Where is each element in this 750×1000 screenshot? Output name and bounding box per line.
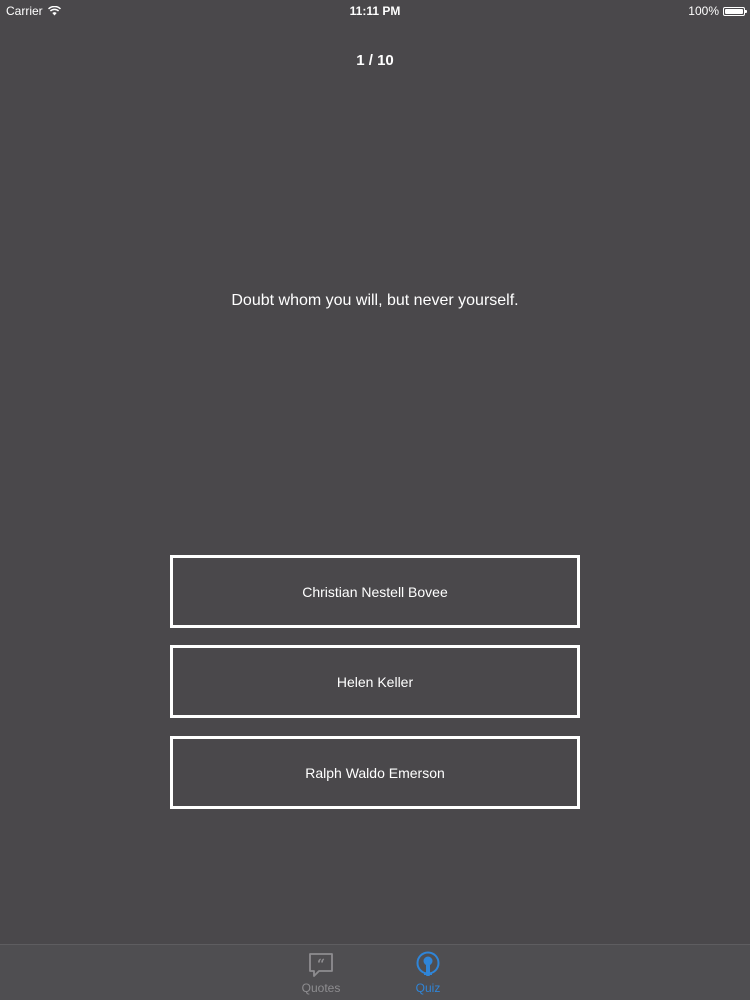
quote-text: Doubt whom you will, but never yourself. [231,292,519,309]
svg-text:“: “ [317,957,325,973]
answer-button-2[interactable]: Helen Keller [170,645,580,718]
tab-quiz-label: Quiz [415,981,441,995]
battery-fill [725,8,743,14]
quiz-screen: Carrier 11:11 PM 100% 1 / 10 Doubt whom … [0,0,750,1000]
quote-bubble-icon: “ [309,953,333,977]
tab-quotes[interactable]: “ Quotes [281,945,361,1000]
lightbulb-icon [416,951,440,976]
answer-button-1[interactable]: Christian Nestell Bovee [170,555,580,628]
tab-quotes-label: Quotes [301,981,341,995]
battery-icon [723,6,747,16]
status-bar: Carrier 11:11 PM 100% [0,0,750,22]
tab-bar: “ Quotes Quiz [0,944,750,1000]
battery-percentage: 100% [688,4,719,18]
question-progress: 1 / 10 [356,52,394,69]
tab-quiz[interactable]: Quiz [388,945,468,1000]
status-time: 11:11 PM [349,4,401,18]
status-right: 100% [688,4,747,18]
answer-button-3[interactable]: Ralph Waldo Emerson [170,736,580,809]
